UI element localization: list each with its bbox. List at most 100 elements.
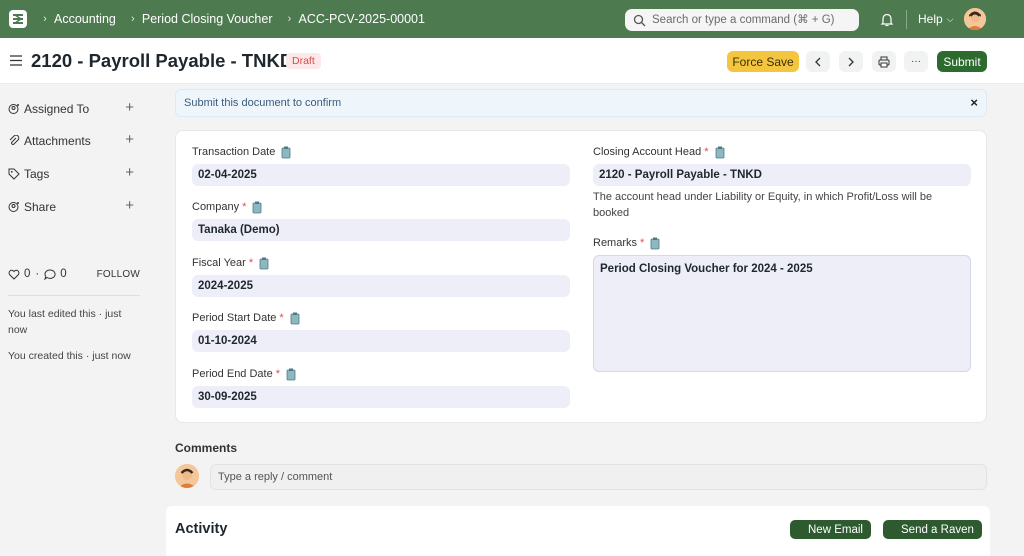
transaction-date-input[interactable]: 02-04-2025 xyxy=(192,164,570,186)
activity-heading: Activity xyxy=(175,521,228,537)
search-bar[interactable] xyxy=(625,9,859,31)
comment-input[interactable] xyxy=(211,465,986,489)
heart-icon[interactable] xyxy=(8,269,20,280)
remarks-textarea[interactable]: Period Closing Voucher for 2024 - 2025 xyxy=(593,255,971,372)
field-tag-icon xyxy=(252,201,262,213)
next-doc-button[interactable] xyxy=(839,51,863,72)
transaction-date-label: Transaction Date xyxy=(192,146,276,158)
add-icon[interactable]: + xyxy=(125,99,134,116)
field-tag-icon xyxy=(281,146,291,158)
new-email-button[interactable]: New Email xyxy=(790,520,871,539)
sidebar-item-assigned-to[interactable]: Assigned To + xyxy=(8,99,138,116)
navbar-divider xyxy=(906,10,907,29)
page-title: 2120 - Payroll Payable - TNKD xyxy=(31,50,294,71)
period-start-date-label: Period Start Date xyxy=(192,312,277,324)
sidebar-stats: 0 · 0 FOLLOW xyxy=(8,268,140,280)
chevron-left-icon xyxy=(815,57,821,66)
follow-link[interactable]: FOLLOW xyxy=(97,269,140,280)
search-icon xyxy=(633,14,646,26)
remarks-label: Remarks xyxy=(593,237,638,249)
activity-section: Activity New Email Send a Raven xyxy=(166,506,990,556)
fiscal-year-label: Fiscal Year xyxy=(192,257,246,269)
add-icon[interactable]: + xyxy=(125,197,134,214)
help-dropdown[interactable]: Help ⌵ xyxy=(918,12,954,26)
company-field: Company * Tanaka (Demo) xyxy=(192,200,570,241)
bell-icon[interactable] xyxy=(880,12,894,27)
more-actions-button[interactable]: ··· xyxy=(904,51,928,72)
add-icon[interactable]: + xyxy=(125,164,134,181)
field-tag-icon xyxy=(290,312,300,324)
field-tag-icon xyxy=(715,146,724,158)
required-marker: * xyxy=(704,146,709,158)
closing-account-head-input[interactable]: 2120 - Payroll Payable - TNKD xyxy=(593,164,971,186)
field-label: Period Start Date * xyxy=(192,311,570,325)
required-marker: * xyxy=(275,368,280,380)
period-start-date-input[interactable]: 01-10-2024 xyxy=(192,330,570,352)
comment-count: 0 xyxy=(60,268,67,280)
printer-icon xyxy=(878,56,890,67)
submit-button[interactable]: Submit xyxy=(937,51,987,72)
user-avatar[interactable] xyxy=(964,8,986,30)
paperclip-icon xyxy=(9,135,20,145)
search-input[interactable] xyxy=(652,14,852,26)
avatar-illustration-icon xyxy=(964,8,986,30)
breadcrumb-period-closing-voucher[interactable]: Period Closing Voucher xyxy=(142,12,273,26)
fiscal-year-field: Fiscal Year * 2024-2025 xyxy=(192,256,570,297)
required-marker: * xyxy=(640,237,645,249)
chevron-right-icon: › xyxy=(43,13,47,25)
assign-icon xyxy=(8,104,19,114)
page-header: 2120 - Payroll Payable - TNKD Draft Forc… xyxy=(0,38,1024,84)
dot-separator: · xyxy=(35,268,40,280)
closing-account-head-field: Closing Account Head * 2120 - Payroll Pa… xyxy=(593,145,971,219)
chevron-right-icon: › xyxy=(131,13,135,25)
chevron-down-icon: ⌵ xyxy=(946,13,954,24)
print-button[interactable] xyxy=(872,51,896,72)
field-label: Closing Account Head * xyxy=(593,145,971,159)
period-start-date-field: Period Start Date * 01-10-2024 xyxy=(192,311,570,352)
field-label: Period End Date * xyxy=(192,367,570,381)
comments-heading: Comments xyxy=(175,441,238,455)
add-icon[interactable]: + xyxy=(125,131,134,148)
top-navbar: › Accounting › Period Closing Voucher › … xyxy=(0,0,1024,38)
app-logo-icon[interactable] xyxy=(9,10,27,28)
more-icon: ··· xyxy=(911,56,921,67)
comment-box[interactable] xyxy=(210,464,987,490)
period-end-date-label: Period End Date xyxy=(192,368,273,380)
period-end-date-field: Period End Date * 30-09-2025 xyxy=(192,367,570,408)
sidebar-item-tags[interactable]: Tags + xyxy=(8,164,138,181)
tag-icon xyxy=(8,168,20,180)
alert-message: Submit this document to confirm xyxy=(184,97,342,109)
avatar-illustration-icon xyxy=(175,464,199,488)
like-count: 0 xyxy=(24,268,31,280)
chevron-right-icon xyxy=(848,57,854,66)
force-save-button[interactable]: Force Save xyxy=(727,51,799,72)
field-label: Transaction Date xyxy=(192,145,570,159)
breadcrumb-accounting[interactable]: Accounting xyxy=(54,12,116,26)
send-a-raven-button[interactable]: Send a Raven xyxy=(883,520,982,539)
comment-icon[interactable] xyxy=(44,268,56,280)
field-tag-icon xyxy=(286,368,296,380)
period-end-date-input[interactable]: 30-09-2025 xyxy=(192,386,570,408)
fiscal-year-input[interactable]: 2024-2025 xyxy=(192,275,570,297)
created-note: You created this · just now xyxy=(8,350,131,362)
sidebar-item-label: Tags xyxy=(24,167,50,181)
sidebar-item-share[interactable]: Share + xyxy=(8,197,138,214)
company-label: Company xyxy=(192,201,240,213)
sidebar-item-label: Attachments xyxy=(24,134,91,148)
help-label: Help xyxy=(918,12,943,26)
field-tag-icon xyxy=(259,257,269,269)
company-input[interactable]: Tanaka (Demo) xyxy=(192,219,570,241)
breadcrumb: › Accounting › Period Closing Voucher › … xyxy=(36,0,433,38)
sidebar-toggle-icon[interactable] xyxy=(10,55,22,66)
field-tag-icon xyxy=(650,237,660,249)
previous-doc-button[interactable] xyxy=(806,51,830,72)
required-marker: * xyxy=(279,312,284,324)
submit-alert: Submit this document to confirm × xyxy=(175,89,987,117)
field-label: Fiscal Year * xyxy=(192,256,570,270)
sidebar-item-attachments[interactable]: Attachments + xyxy=(8,131,138,148)
breadcrumb-document-id[interactable]: ACC-PCV-2025-00001 xyxy=(299,12,425,26)
close-icon[interactable]: × xyxy=(970,95,978,110)
sidebar-item-label: Assigned To xyxy=(24,102,90,116)
closing-account-head-label: Closing Account Head xyxy=(593,146,702,158)
remarks-field: Remarks * Period Closing Voucher for 202… xyxy=(593,236,971,372)
